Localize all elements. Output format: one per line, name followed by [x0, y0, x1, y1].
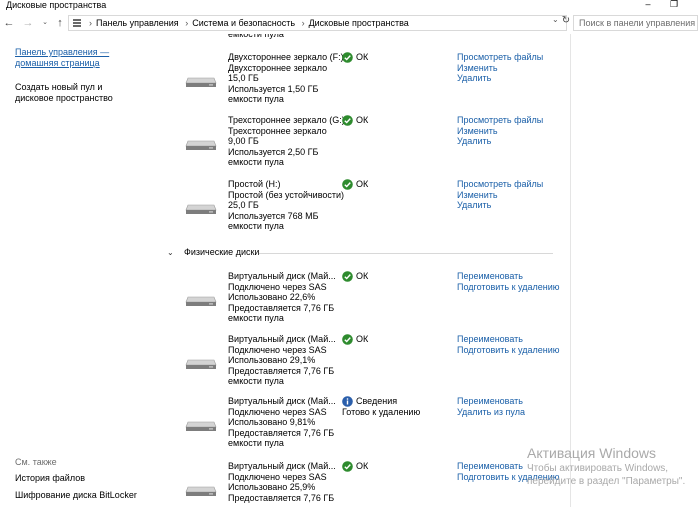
- status: ОК: [342, 179, 368, 190]
- status: ОК: [342, 271, 368, 282]
- space-info: Трехстороннее зеркало (G:) Трехстороннее…: [228, 115, 345, 168]
- space-info: Двухстороннее зеркало (F:) Двухстороннее…: [228, 52, 344, 105]
- delete-link[interactable]: Удалить: [457, 73, 543, 84]
- check-ok-icon: [342, 461, 353, 472]
- see-also-caption: См. также: [15, 457, 57, 467]
- prepare-removal-link[interactable]: Подготовить к удалению: [457, 282, 559, 293]
- control-panel-icon: [73, 19, 81, 27]
- check-ok-icon: [342, 52, 353, 63]
- up-arrow-icon[interactable]: ↑: [54, 16, 66, 30]
- file-history-link[interactable]: История файлов: [15, 473, 85, 484]
- change-link[interactable]: Изменить: [457, 126, 543, 137]
- title-bar: Дисковые пространства – ❐: [0, 0, 700, 12]
- recent-dropdown-icon[interactable]: ⌄: [39, 16, 51, 30]
- view-files-link[interactable]: Просмотреть файлы: [457, 52, 543, 63]
- drive-icon: [185, 296, 217, 306]
- space-actions: Просмотреть файлы Изменить Удалить: [457, 115, 543, 147]
- crumb-system-security[interactable]: Система и безопасность: [192, 18, 295, 28]
- disk-info: Виртуальный диск (Май... Подключено чере…: [228, 271, 336, 324]
- home-link-line1[interactable]: Панель управления —: [15, 47, 109, 58]
- restore-button[interactable]: ❐: [666, 0, 682, 10]
- crumb-control-panel[interactable]: Панель управления: [96, 18, 179, 28]
- status: ОК: [342, 334, 368, 345]
- status: ОК: [342, 52, 368, 63]
- delete-link[interactable]: Удалить: [457, 200, 543, 211]
- disk-actions: Переименовать Удалить из пула: [457, 396, 525, 417]
- breadcrumb: › Панель управления › Система и безопаснос…: [89, 18, 409, 28]
- info-icon: [342, 396, 353, 407]
- address-dropdown-icon[interactable]: ⌄: [552, 15, 559, 24]
- space-info: Простой (H:) Простой (без устойчивости) …: [228, 179, 345, 232]
- check-ok-icon: [342, 271, 353, 282]
- rename-link[interactable]: Переименовать: [457, 271, 559, 282]
- vertical-divider: [570, 34, 571, 507]
- check-ok-icon: [342, 334, 353, 345]
- disk-info: Виртуальный диск (Май... Подключено чере…: [228, 396, 336, 449]
- search-placeholder: Поиск в панели управления: [579, 18, 696, 28]
- create-pool-link-line1[interactable]: Создать новый пул и: [15, 82, 102, 93]
- refresh-icon[interactable]: ↻: [560, 15, 572, 27]
- clipped-text: емкости пула: [228, 34, 284, 39]
- activation-watermark: Активация Windows Чтобы активировать Win…: [527, 445, 686, 487]
- check-ok-icon: [342, 115, 353, 126]
- rename-link[interactable]: Переименовать: [457, 396, 525, 407]
- crumb-storage-spaces[interactable]: Дисковые пространства: [309, 18, 409, 28]
- forward-arrow-icon[interactable]: →: [22, 16, 34, 30]
- status: ОК: [342, 115, 368, 126]
- disk-actions: Переименовать Подготовить к удалению: [457, 271, 559, 292]
- disk-info: Виртуальный диск (Май... Подключено чере…: [228, 461, 336, 503]
- create-pool-link-line2[interactable]: дисковое пространство: [15, 93, 113, 104]
- check-ok-icon: [342, 179, 353, 190]
- prepare-removal-link[interactable]: Подготовить к удалению: [457, 345, 559, 356]
- address-row: ← → ⌄ ↑ › Панель управления › Система и бе…: [0, 12, 700, 34]
- view-files-link[interactable]: Просмотреть файлы: [457, 115, 543, 126]
- section-title: Физические диски: [184, 247, 260, 257]
- drive-icon: [185, 359, 217, 369]
- remove-from-pool-link[interactable]: Удалить из пула: [457, 407, 525, 418]
- bitlocker-link[interactable]: Шифрование диска BitLocker: [15, 490, 137, 501]
- drive-icon: [185, 421, 217, 431]
- rename-link[interactable]: Переименовать: [457, 334, 559, 345]
- status-detail: Готово к удалению: [342, 407, 421, 417]
- physical-disks-header[interactable]: ⌄ Физические диски: [167, 247, 553, 259]
- status: Сведения Готово к удалению: [342, 396, 421, 417]
- search-input[interactable]: Поиск в панели управления: [573, 15, 698, 31]
- drive-icon: [185, 77, 217, 87]
- space-actions: Просмотреть файлы Изменить Удалить: [457, 52, 543, 84]
- drive-icon: [185, 486, 217, 496]
- delete-link[interactable]: Удалить: [457, 136, 543, 147]
- home-link-line2[interactable]: домашняя страница: [15, 58, 100, 69]
- view-files-link[interactable]: Просмотреть файлы: [457, 179, 543, 190]
- main-content: емкости пула Двухстороннее зеркало (F:) …: [155, 34, 570, 507]
- address-bar[interactable]: › Панель управления › Система и безопаснос…: [68, 15, 567, 31]
- drive-icon: [185, 140, 217, 150]
- back-arrow-icon[interactable]: ←: [3, 16, 15, 30]
- disk-actions: Переименовать Подготовить к удалению: [457, 334, 559, 355]
- change-link[interactable]: Изменить: [457, 63, 543, 74]
- minimize-button[interactable]: –: [640, 0, 656, 10]
- collapse-chevron-icon[interactable]: ⌄: [167, 247, 174, 258]
- disk-info: Виртуальный диск (Май... Подключено чере…: [228, 334, 336, 387]
- status: ОК: [342, 461, 368, 472]
- window-title: Дисковые пространства: [6, 0, 107, 10]
- drive-icon: [185, 204, 217, 214]
- change-link[interactable]: Изменить: [457, 190, 543, 201]
- space-actions: Просмотреть файлы Изменить Удалить: [457, 179, 543, 211]
- section-divider: [259, 253, 553, 254]
- left-pane: Панель управления — домашняя страница Со…: [0, 34, 155, 507]
